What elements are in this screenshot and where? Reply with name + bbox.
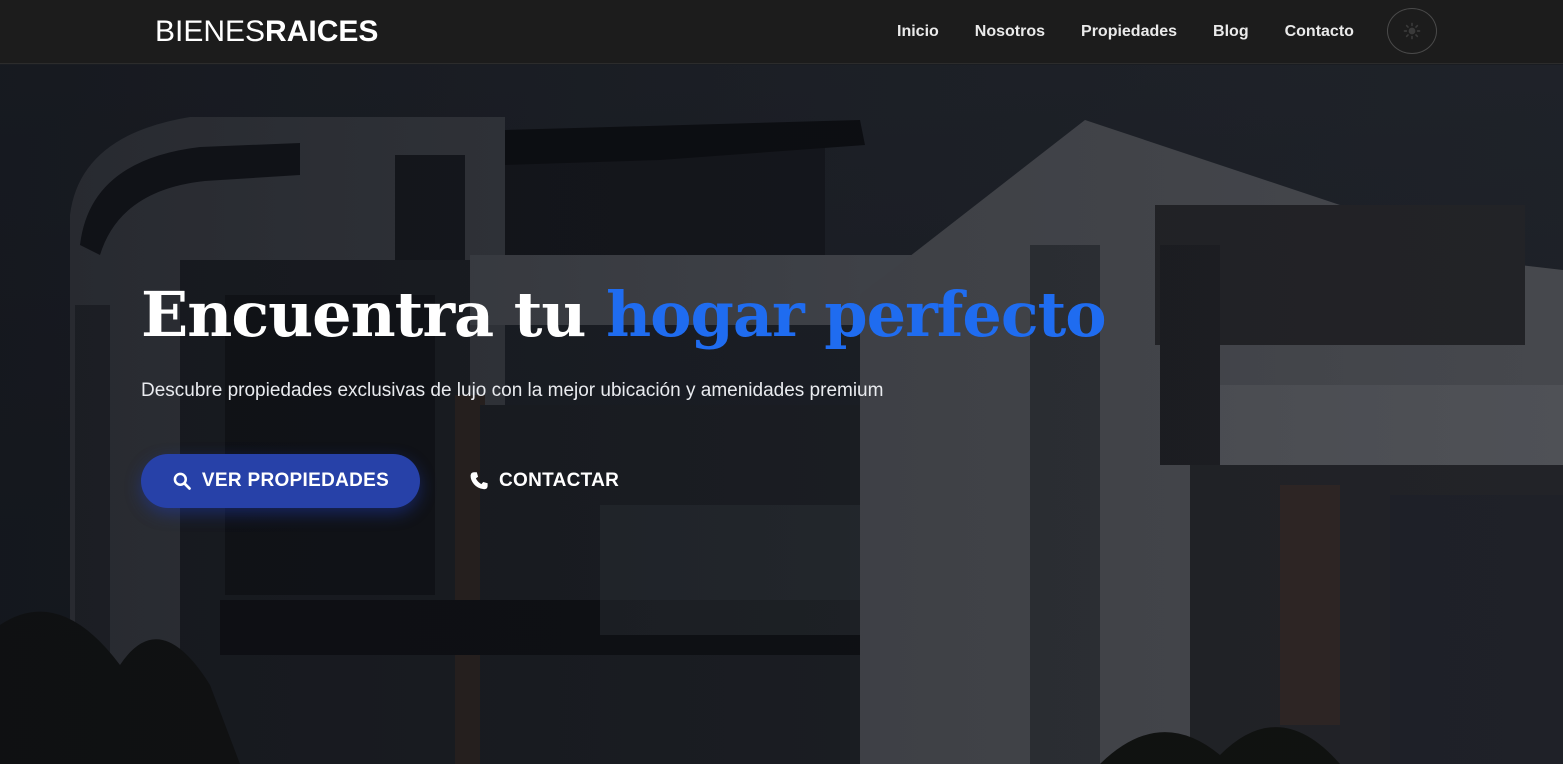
hero-title: Encuentra tu hogar perfecto: [141, 277, 1107, 353]
hero-overlay: [0, 65, 1563, 764]
contact-label: CONTACTAR: [499, 470, 620, 491]
contact-button[interactable]: CONTACTAR: [468, 454, 638, 508]
view-properties-button[interactable]: VER PROPIEDADES: [141, 454, 420, 508]
hero-title-text: Encuentra tu: [141, 278, 607, 351]
nav-link-inicio[interactable]: Inicio: [897, 22, 939, 42]
sun-icon: [1403, 22, 1421, 40]
hero-title-accent: hogar perfecto: [606, 278, 1107, 351]
view-properties-label: VER PROPIEDADES: [201, 470, 390, 491]
nav-link-propiedades[interactable]: Propiedades: [1081, 22, 1177, 42]
hero-subtitle: Descubre propiedades exclusivas de lujo …: [141, 380, 884, 401]
site-header: BIENESRAICES Inicio Nosotros Propiedades…: [0, 0, 1563, 64]
nav-link-contacto[interactable]: Contacto: [1285, 22, 1354, 42]
logo-light-text: BIENES: [155, 15, 266, 48]
site-logo[interactable]: BIENESRAICES: [155, 14, 378, 50]
main-nav: Inicio Nosotros Propiedades Blog Contact…: [897, 0, 1354, 64]
theme-toggle-button[interactable]: [1387, 8, 1437, 54]
phone-icon: [470, 472, 488, 490]
logo-bold-text: RAICES: [265, 15, 379, 48]
nav-link-blog[interactable]: Blog: [1213, 22, 1249, 42]
hero-section: Encuentra tu hogar perfecto Descubre pro…: [0, 65, 1563, 764]
nav-link-nosotros[interactable]: Nosotros: [975, 22, 1045, 42]
search-icon: [173, 472, 191, 490]
